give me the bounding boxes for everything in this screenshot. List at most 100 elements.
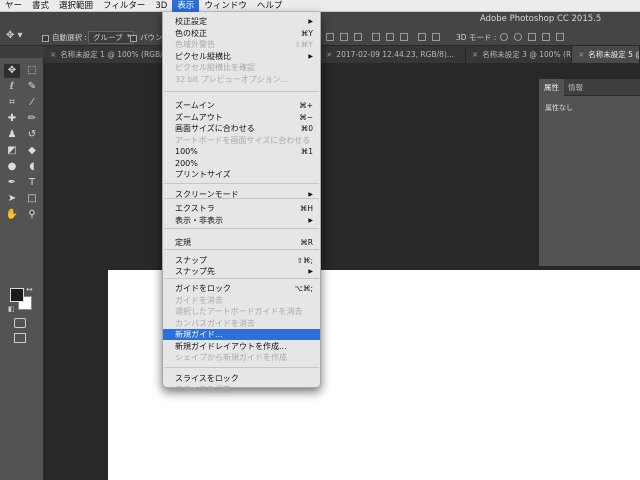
- align-right-icon[interactable]: [400, 33, 408, 41]
- hand-tool-icon[interactable]: ✋: [4, 208, 20, 222]
- menu-item-proof-setup[interactable]: 校正設定 ▶: [163, 16, 320, 27]
- healing-brush-tool-icon[interactable]: ✚: [4, 112, 20, 126]
- menu-item-snap[interactable]: スナップ ⇧⌘;: [163, 255, 320, 266]
- menu-item-zoom-in[interactable]: ズームイン ⌘+: [163, 100, 320, 111]
- tab-document-3[interactable]: × 名称未設定 3 @ 100% (RGB/8...: [466, 46, 572, 63]
- type-tool-icon[interactable]: T: [24, 176, 40, 190]
- auto-select-label: 自動選択 :: [52, 33, 87, 42]
- menu-item-gamut-warning: 色域外警告 ⇧⌘Y: [163, 39, 320, 50]
- align-top-icon[interactable]: [326, 33, 334, 41]
- menu-layer[interactable]: ヤー: [0, 0, 27, 12]
- menu-filter[interactable]: フィルター: [98, 0, 150, 12]
- close-icon[interactable]: ×: [50, 50, 56, 59]
- menu-item-screen-mode[interactable]: スクリーンモード ▶: [163, 189, 320, 200]
- menu-item-shortcut: ⌘+: [299, 101, 313, 110]
- pen-tool-icon[interactable]: ✒: [4, 176, 20, 190]
- 3d-slide-icon[interactable]: [542, 33, 550, 41]
- quick-mask-icon[interactable]: [14, 318, 26, 328]
- distribute-2-icon[interactable]: [432, 33, 440, 41]
- menu-item-label: シェイプから新規ガイドを作成: [175, 353, 287, 362]
- default-colors-icon[interactable]: ◧: [8, 305, 15, 313]
- menu-item-snap-to[interactable]: スナップ先 ▶: [163, 266, 320, 277]
- tab-document-5[interactable]: × 名称未設定 5 @ 1: [572, 46, 640, 63]
- dodge-tool-icon[interactable]: ◖: [24, 160, 40, 174]
- close-icon[interactable]: ×: [472, 50, 478, 59]
- tab-document-2[interactable]: × 2017-02-09 12.44.23, RGB/8)...: [320, 46, 466, 63]
- menu-item-shortcut: ⇧⌘;: [296, 256, 313, 265]
- move-tool-icon[interactable]: ✥: [4, 64, 20, 78]
- menu-separator: [164, 278, 319, 279]
- menu-item-fit-on-screen[interactable]: 画面サイズに合わせる ⌘0: [163, 123, 320, 134]
- tools-panel-grip[interactable]: [0, 46, 44, 58]
- menu-item-show[interactable]: 表示・非表示 ▶: [163, 215, 320, 226]
- zoom-tool-icon[interactable]: ⚲: [24, 208, 40, 222]
- menu-item-rulers[interactable]: 定規 ⌘R: [163, 237, 320, 248]
- menu-item-print-size[interactable]: プリントサイズ: [163, 169, 320, 180]
- path-select-tool-icon[interactable]: ➤: [4, 192, 20, 206]
- menu-select[interactable]: 選択範囲: [54, 0, 98, 12]
- menu-item-clear-canvas-guides: カンバスガイドを消去: [163, 318, 320, 329]
- menu-type[interactable]: 書式: [27, 0, 54, 12]
- menu-item-label: エクストラ: [175, 204, 215, 213]
- 3d-drag-icon[interactable]: [528, 33, 536, 41]
- menu-view[interactable]: 表示: [172, 0, 200, 12]
- distribute-icon[interactable]: [418, 33, 426, 41]
- eraser-tool-icon[interactable]: ◩: [4, 144, 20, 158]
- move-tool-icon[interactable]: ✥ ▾: [6, 30, 23, 41]
- menu-3d[interactable]: 3D: [150, 0, 172, 12]
- menu-item-pixel-aspect-ratio[interactable]: ピクセル縦横比 ▶: [163, 51, 320, 62]
- menu-item-label: スライスを消去: [175, 385, 231, 394]
- tools-panel: ↔ ◧ ✥ ⬚ ℓ ✎ ⌗ ⁄ ✚ ✏ ♟ ↺ ◩ ◆ ● ◖ ✒ T ➤ □ ✋ ⚲: [0, 46, 44, 480]
- align-vcenter-icon[interactable]: [340, 33, 348, 41]
- menu-item-proof-colors[interactable]: 色の校正 ⌘Y: [163, 28, 320, 39]
- align-left-icon[interactable]: [372, 33, 380, 41]
- close-icon[interactable]: ×: [326, 50, 332, 59]
- menu-item-shortcut: ⌘−: [299, 113, 313, 122]
- menu-item-label: スナップ: [175, 256, 207, 265]
- menu-window[interactable]: ウィンドウ: [199, 0, 252, 12]
- menu-item-actual-100[interactable]: 100% ⌘1: [163, 146, 320, 157]
- menu-item-label: スクリーンモード: [175, 190, 239, 199]
- align-bottom-icon[interactable]: [354, 33, 362, 41]
- close-icon[interactable]: ×: [578, 50, 584, 59]
- align-hcenter-icon[interactable]: [386, 33, 394, 41]
- menu-item-pixel-aspect-correction: ピクセル縦横比を確認: [163, 62, 320, 73]
- lasso-tool-icon[interactable]: ℓ: [4, 80, 20, 94]
- tab-label: 2017-02-09 12.44.23, RGB/8)...: [336, 50, 454, 59]
- submenu-arrow-icon: ▶: [308, 191, 313, 198]
- marquee-tool-icon[interactable]: ⬚: [24, 64, 40, 78]
- menu-help[interactable]: ヘルプ: [252, 0, 288, 12]
- menu-item-new-guide[interactable]: 新規ガイド...: [163, 329, 320, 340]
- app-title: Adobe Photoshop CC 2015.5: [480, 14, 602, 24]
- menu-item-label: ズームイン: [175, 101, 215, 110]
- menu-item-clear-slices: スライスを消去: [163, 384, 320, 395]
- menu-item-shortcut: ⌘0: [300, 124, 313, 133]
- menu-item-view-200[interactable]: 200%: [163, 158, 320, 169]
- menu-item-new-guide-layout[interactable]: 新規ガイドレイアウトを作成...: [163, 341, 320, 352]
- crop-tool-icon[interactable]: ⌗: [4, 96, 20, 110]
- menu-item-zoom-out[interactable]: ズームアウト ⌘−: [163, 112, 320, 123]
- shape-tool-icon[interactable]: □: [24, 192, 40, 206]
- paint-bucket-tool-icon[interactable]: ◆: [24, 144, 40, 158]
- swap-colors-icon[interactable]: ↔: [26, 285, 33, 294]
- quick-select-tool-icon[interactable]: ✎: [24, 80, 40, 94]
- tab-info[interactable]: 情報: [563, 79, 588, 96]
- 3d-roll-icon[interactable]: [514, 33, 522, 41]
- blur-tool-icon[interactable]: ●: [4, 160, 20, 174]
- auto-select-dropdown[interactable]: グループ: [88, 31, 134, 44]
- 3d-scale-icon[interactable]: [556, 33, 564, 41]
- menu-item-lock-slices[interactable]: スライスをロック: [163, 373, 320, 384]
- clone-stamp-tool-icon[interactable]: ♟: [4, 128, 20, 142]
- auto-select-checkbox[interactable]: 自動選択 :: [42, 32, 87, 43]
- eyedropper-tool-icon[interactable]: ⁄: [24, 96, 40, 110]
- menu-item-lock-guides[interactable]: ガイドをロック ⌥⌘;: [163, 283, 320, 294]
- foreground-color-swatch[interactable]: [10, 288, 24, 302]
- menu-bar: ヤー 書式 選択範囲 フィルター 3D 表示 ウィンドウ ヘルプ: [0, 0, 640, 12]
- screen-mode-icon[interactable]: [14, 333, 26, 343]
- history-brush-tool-icon[interactable]: ↺: [24, 128, 40, 142]
- brush-tool-icon[interactable]: ✏: [24, 112, 40, 126]
- tab-properties[interactable]: 属性: [539, 79, 564, 96]
- menu-item-label: ガイドをロック: [175, 284, 231, 293]
- menu-item-extras[interactable]: エクストラ ⌘H: [163, 203, 320, 214]
- 3d-rotate-icon[interactable]: [500, 33, 508, 41]
